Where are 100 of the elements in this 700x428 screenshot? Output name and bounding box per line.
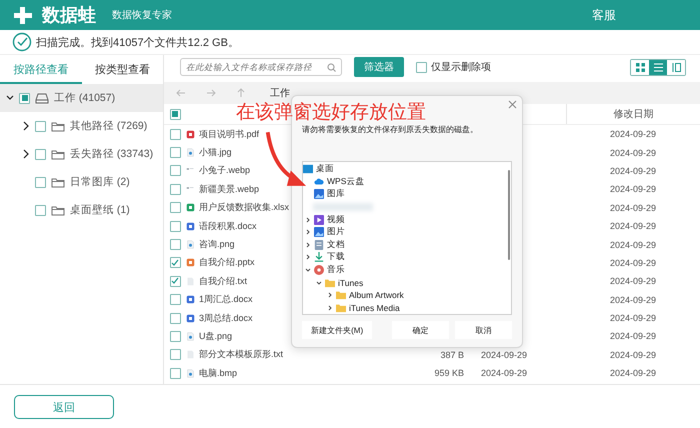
checkbox[interactable] — [35, 176, 46, 188]
modified-date: 2024-09-29 — [610, 202, 656, 213]
scan-status: 扫描完成。找到41057个文件共12.2 GB。 — [36, 36, 239, 50]
checkbox[interactable] — [170, 257, 180, 268]
expand-icon[interactable] — [305, 254, 311, 260]
file-name: 自我介绍.txt — [199, 274, 248, 288]
file-name: 小猫.jpg — [199, 146, 232, 160]
checkbox[interactable] — [170, 128, 180, 140]
folder-label[interactable]: 桌面 — [316, 163, 334, 176]
folder-label[interactable]: 图库 — [327, 188, 345, 200]
folder-icon — [336, 290, 346, 300]
checkbox[interactable] — [170, 276, 180, 287]
list-view-icon — [654, 62, 662, 72]
document-icon — [314, 240, 324, 250]
checkbox-label[interactable]: 仅显示删除项 — [431, 60, 491, 74]
created-date: 2024-09-29 — [480, 368, 528, 378]
view-tab[interactable]: 按类型查看 — [82, 57, 163, 84]
checkbox[interactable] — [170, 349, 180, 360]
checkbox[interactable] — [170, 184, 180, 195]
file-name: 项目说明书.pdf — [199, 128, 260, 141]
checkbox[interactable] — [170, 220, 180, 232]
checkbox[interactable] — [170, 330, 180, 342]
column-header[interactable]: 修改日期 — [566, 104, 700, 124]
modified-date: 2024-09-29 — [610, 129, 656, 140]
expand-icon[interactable] — [327, 292, 333, 298]
checkbox[interactable] — [170, 294, 180, 306]
folder-icon — [336, 302, 346, 313]
file-name: 自我介绍.pptx — [199, 256, 255, 270]
close-icon[interactable] — [508, 100, 517, 109]
expand-icon[interactable] — [22, 149, 30, 159]
search-icon — [327, 62, 336, 72]
modified-date: 2024-09-29 — [610, 148, 656, 158]
expand-icon[interactable] — [305, 242, 311, 248]
file-name: 1周汇总.docx — [199, 293, 253, 306]
tree-label[interactable]: 其他路径 (7269) — [70, 119, 148, 133]
document-icon — [186, 130, 195, 139]
checkbox[interactable] — [170, 147, 180, 158]
tree-label[interactable]: 丢失路径 (33743) — [70, 147, 154, 161]
expand-icon[interactable] — [305, 216, 311, 223]
modified-date: 2024-09-29 — [610, 258, 656, 268]
file-name: 用户反馈数据收集.xlsx — [199, 201, 289, 214]
back-icon[interactable] — [176, 88, 186, 98]
tree-label[interactable]: 桌面壁纸 (1) — [70, 203, 130, 217]
folder-label[interactable]: 文档 — [327, 238, 345, 251]
view-toggle[interactable] — [649, 60, 667, 74]
dialog-button[interactable]: 新建文件夹(M) — [302, 321, 372, 339]
tree-label[interactable]: 工作 (41057) — [54, 91, 116, 105]
checkbox[interactable] — [170, 202, 180, 214]
expand-icon[interactable] — [305, 229, 311, 236]
checkbox[interactable] — [19, 92, 30, 104]
folder-label[interactable]: 图片 — [327, 226, 345, 238]
checkbox[interactable] — [170, 239, 180, 250]
checkbox[interactable] — [416, 62, 427, 72]
back-button[interactable]: 返回 — [14, 395, 114, 419]
search-field[interactable]: 在此处输入文件名称或保存路径 — [180, 58, 342, 76]
folder-icon — [51, 148, 65, 160]
folder-label[interactable]: 视频 — [327, 214, 345, 226]
dialog-button[interactable]: 取消 — [455, 321, 512, 339]
folder-label[interactable]: WPS云盘 — [327, 176, 364, 188]
folder-label[interactable]: Album Artwork — [349, 290, 404, 300]
checkbox[interactable] — [170, 108, 180, 120]
folder-label[interactable]: iTunes Media — [349, 302, 400, 313]
preview-pane-icon — [672, 62, 680, 72]
scrollbar[interactable] — [508, 170, 510, 260]
checkbox[interactable] — [170, 165, 180, 176]
file-size: 387 B — [440, 350, 464, 360]
collapse-icon[interactable] — [316, 280, 322, 286]
dialog-button[interactable]: 确定 — [392, 321, 450, 339]
file-name: 部分文本模板原形.txt — [199, 348, 284, 362]
up-icon[interactable] — [236, 88, 246, 98]
file-name: 语段积累.docx — [199, 220, 257, 233]
file-name: 3周总结.docx — [199, 312, 253, 325]
modified-date: 2024-09-29 — [610, 331, 656, 342]
folder-label[interactable]: iTunes — [338, 278, 364, 288]
checkbox[interactable] — [35, 120, 46, 132]
modified-date: 2024-09-29 — [610, 184, 656, 194]
document-icon — [186, 258, 195, 268]
folder-label[interactable]: 音乐 — [327, 264, 345, 276]
file-size: 959 KB — [434, 368, 464, 378]
folder-label[interactable]: 下载 — [327, 251, 345, 264]
modified-date: 2024-09-29 — [610, 240, 656, 250]
music-icon — [314, 265, 324, 276]
checkbox[interactable] — [170, 368, 180, 379]
expand-icon[interactable] — [22, 121, 30, 131]
file-name: 新疆美景.webp — [199, 182, 260, 196]
checkbox[interactable] — [35, 148, 46, 160]
modified-date: 2024-09-29 — [610, 350, 656, 360]
checkbox[interactable] — [35, 204, 46, 216]
checkbox[interactable] — [170, 312, 180, 324]
picture-icon — [314, 227, 324, 238]
forward-icon[interactable] — [206, 88, 216, 98]
app-name: 数据蛙 — [42, 4, 96, 27]
folder-icon — [51, 120, 65, 132]
collapse-icon[interactable] — [305, 267, 311, 274]
modified-date: 2024-09-29 — [610, 368, 656, 378]
expand-icon[interactable] — [327, 304, 333, 311]
folder-icon — [51, 204, 65, 216]
file-name: 小兔子.webp — [199, 164, 250, 178]
tree-label[interactable]: 日常图库 (2) — [70, 175, 130, 189]
desktop-icon — [303, 164, 313, 174]
